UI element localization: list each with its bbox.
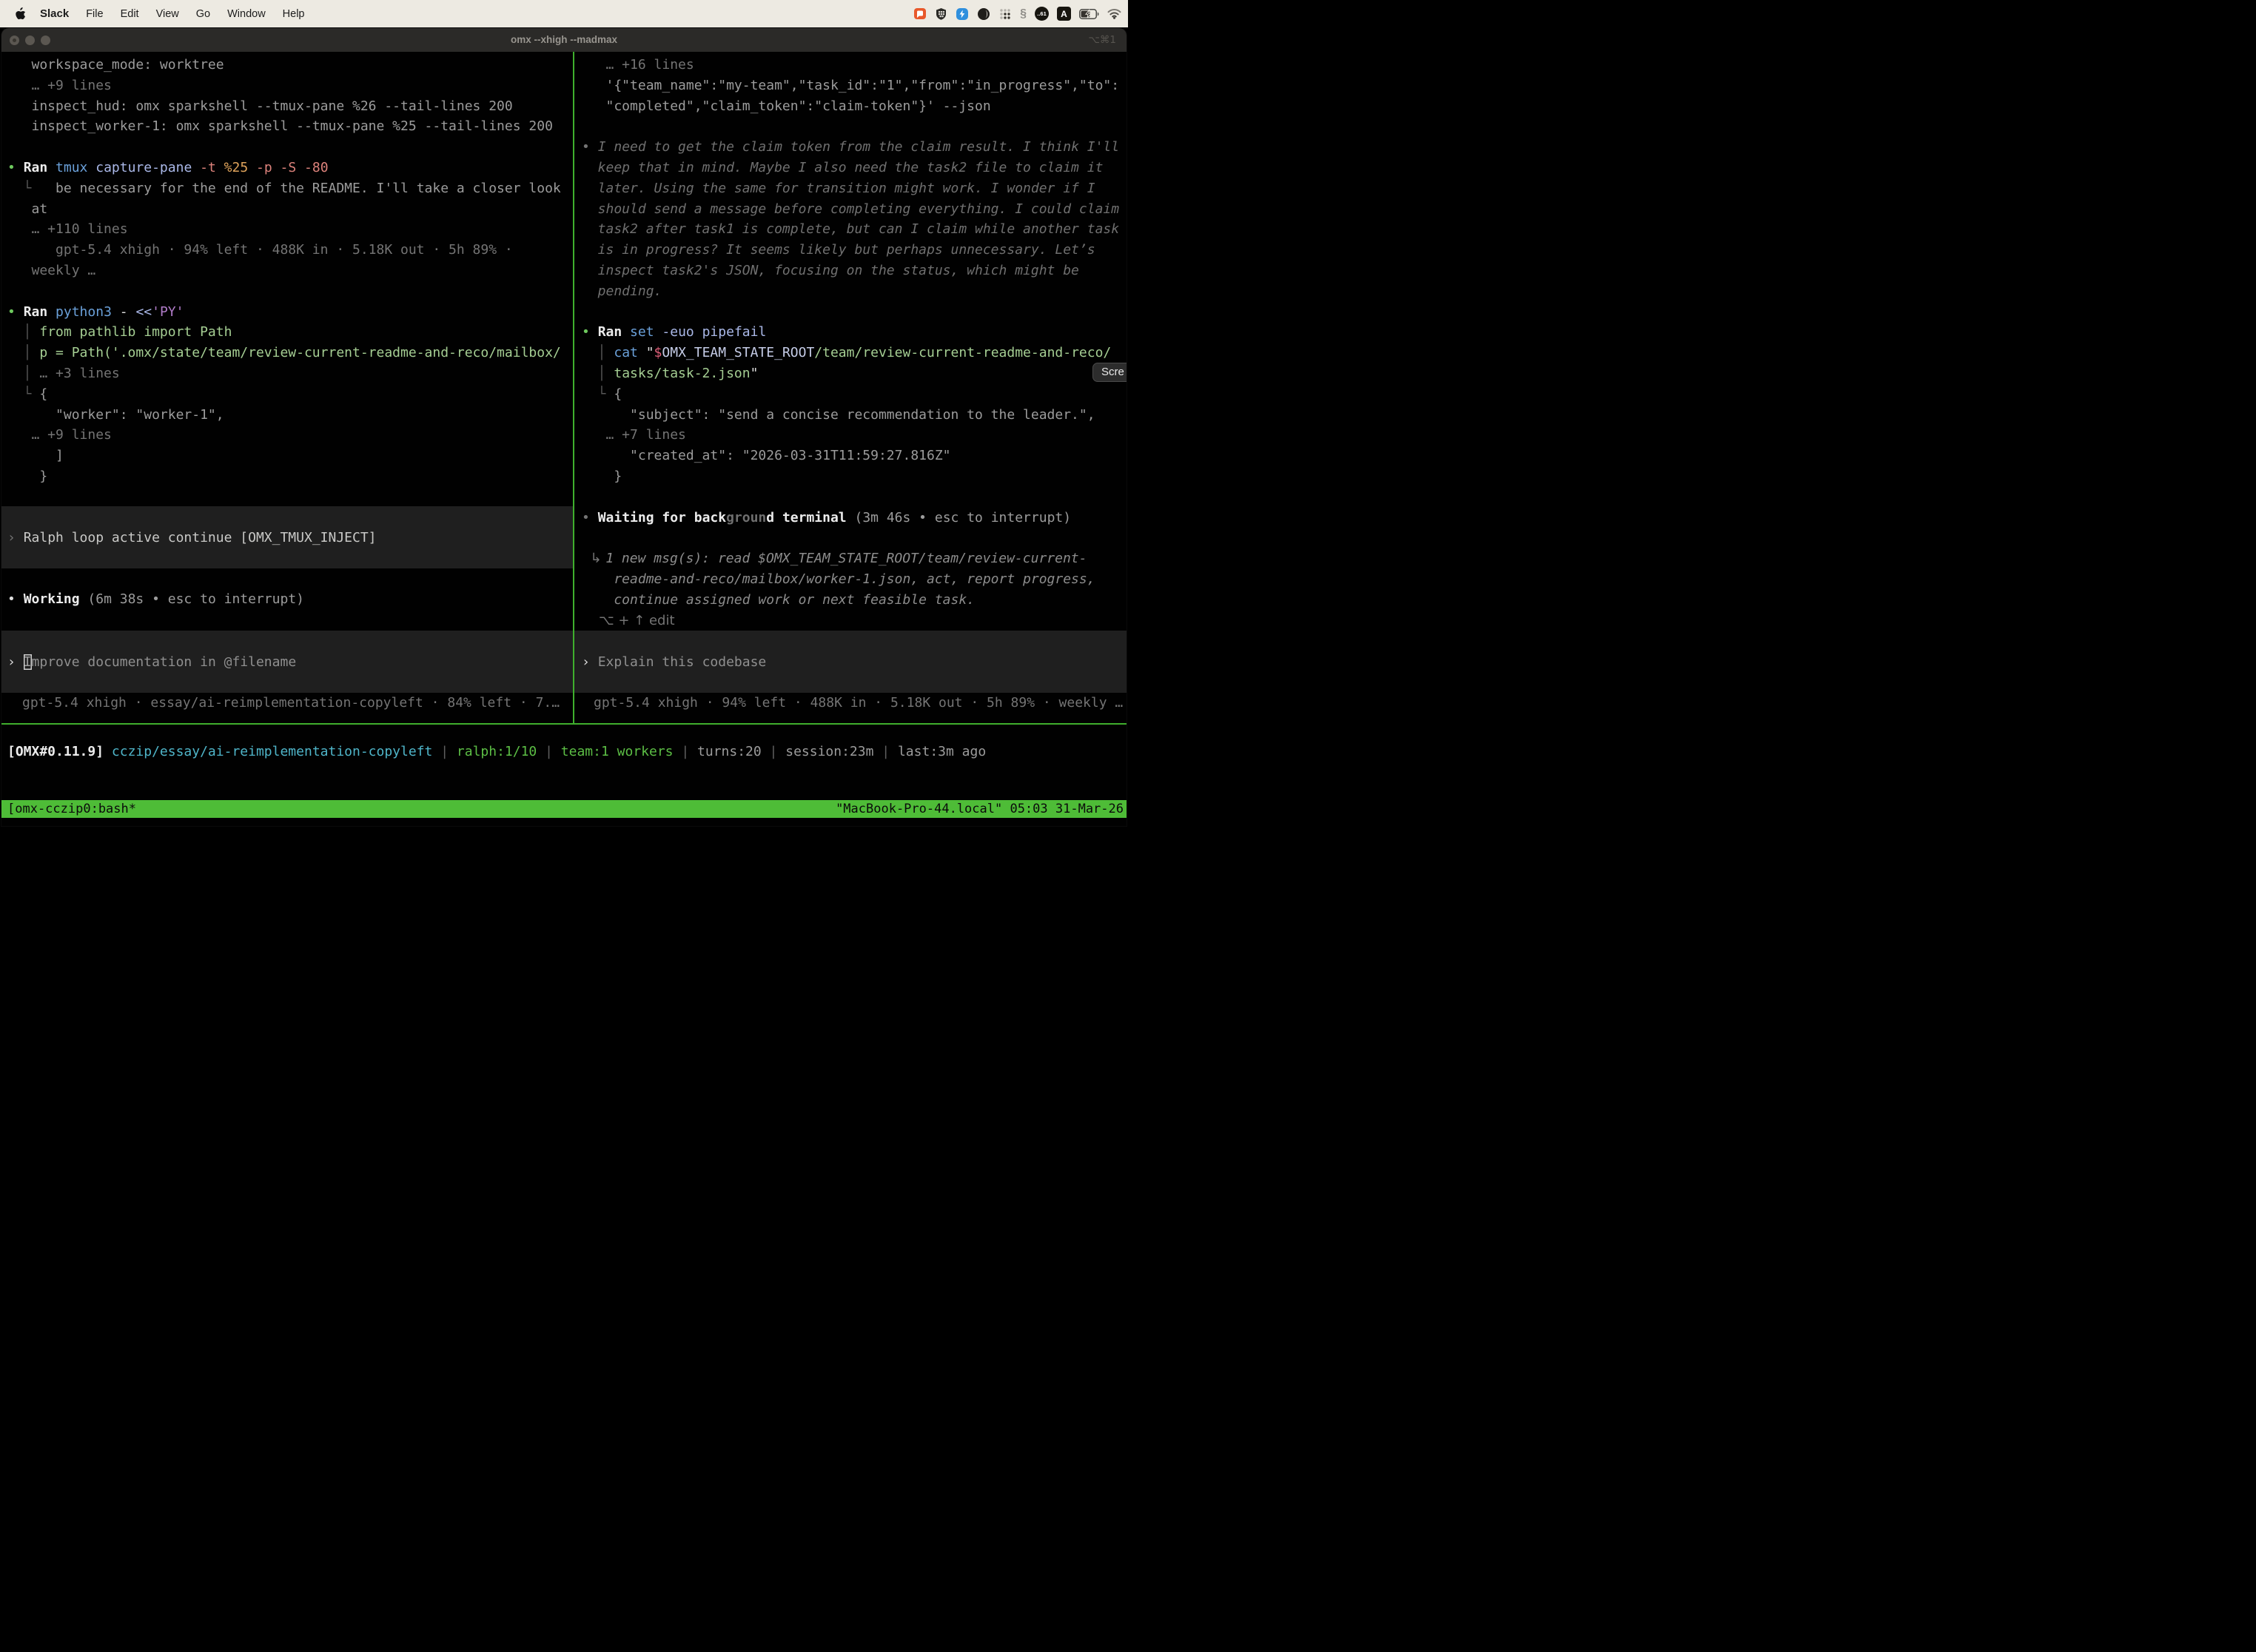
- app-menu-slack[interactable]: Slack: [40, 7, 69, 20]
- menu-bar: Slack File Edit View Go Window Help § ..…: [0, 0, 1128, 27]
- tmux-panes: workspace_mode: worktree … +9 lines insp…: [1, 52, 1127, 725]
- minimize-button[interactable]: [25, 36, 35, 45]
- terminal-line: }: [7, 466, 573, 487]
- chat-app-icon[interactable]: [913, 7, 927, 21]
- ralph-status-panel: › Ralph loop active continue [OMX_TMUX_I…: [1, 506, 573, 568]
- terminal-line: "worker": "worker-1",: [7, 405, 573, 426]
- moon-circle-icon[interactable]: [977, 7, 990, 21]
- terminal-line: … +7 lines: [582, 425, 1127, 446]
- terminal-line: "subject": "send a concise recommendatio…: [582, 405, 1127, 426]
- terminal-line: "created_at": "2026-03-31T11:59:27.816Z": [582, 446, 1127, 466]
- terminal-line: inspect_hud: omx sparkshell --tmux-pane …: [7, 96, 573, 117]
- menu-file[interactable]: File: [86, 8, 103, 20]
- terminal-line: inspect task2's JSON, focusing on the st…: [582, 261, 1127, 281]
- left-prompt-placeholder: › Improve documentation in @filename: [1, 654, 296, 670]
- terminal-line: • Waiting for background terminal (3m 46…: [582, 508, 1127, 528]
- terminal-line: • I need to get the claim token from the…: [582, 137, 1127, 158]
- menu-status-icons: § ..61 A: [913, 7, 1128, 21]
- terminal-line: continue assigned work or next feasible …: [582, 590, 1127, 611]
- omx-status-line: [OMX#0.11.9] cczip/essay/ai-reimplementa…: [7, 742, 986, 762]
- terminal-line: ↳ 1 new msg(s): read $OMX_TEAM_STATE_ROO…: [582, 548, 1127, 569]
- shield-grid-icon[interactable]: [935, 7, 947, 21]
- battery-charging-icon[interactable]: [1079, 9, 1099, 19]
- terminal-line: └ be necessary for the end of the README…: [7, 178, 573, 199]
- terminal-line: └ {: [582, 384, 1127, 405]
- terminal-line: │ tasks/task-2.json": [582, 363, 1127, 384]
- dots-grid-icon[interactable]: [998, 7, 1012, 21]
- window-title-bar[interactable]: omx --xhigh --madmax ⌥⌘1: [1, 28, 1127, 52]
- menu-window[interactable]: Window: [227, 8, 266, 20]
- terminal-line: │ … +3 lines: [7, 363, 573, 384]
- terminal-line: at: [7, 199, 573, 220]
- terminal-line: ⌥ + ↑ edit: [582, 611, 1127, 631]
- terminal-line: [7, 137, 573, 158]
- menu-help[interactable]: Help: [283, 8, 305, 20]
- input-source-icon[interactable]: A: [1057, 7, 1071, 21]
- tmux-session-label: [omx-cczip0:bash*: [7, 800, 136, 818]
- left-pane-output: workspace_mode: worktree … +9 lines insp…: [1, 52, 573, 487]
- tmux-host-clock: "MacBook-Pro-44.local" 05:03 31-Mar-26: [836, 800, 1124, 818]
- badge-61-icon[interactable]: ..61: [1035, 7, 1049, 21]
- right-pane-output: … +16 lines '{"team_name":"my-team","tas…: [574, 52, 1127, 631]
- terminal-line: "completed","claim_token":"claim-token"}…: [582, 96, 1127, 117]
- menu-edit[interactable]: Edit: [121, 8, 139, 20]
- terminal-line: is in progress? It seems likely but perh…: [582, 240, 1127, 261]
- wifi-icon[interactable]: [1107, 8, 1121, 19]
- screen-tooltip: Scre: [1092, 363, 1127, 382]
- terminal-line: │ p = Path('.omx/state/team/review-curre…: [7, 343, 573, 363]
- terminal-line: [582, 487, 1127, 508]
- terminal-line: • Ran set -euo pipefail: [582, 322, 1127, 343]
- right-prompt-input[interactable]: › Explain this codebase: [574, 631, 1127, 693]
- left-prompt-input[interactable]: › Improve documentation in @filename: [1, 631, 573, 693]
- terminal-line: … +9 lines: [7, 75, 573, 96]
- terminal-line: │ from pathlib import Path: [7, 322, 573, 343]
- ralph-status-text: › Ralph loop active continue [OMX_TMUX_I…: [1, 530, 377, 545]
- terminal-line: … +110 lines: [7, 219, 573, 240]
- terminal-line: task2 after task1 is complete, but can I…: [582, 219, 1127, 240]
- terminal-line: [582, 302, 1127, 323]
- terminal-line: should send a message before completing …: [582, 199, 1127, 220]
- terminal-line: weekly …: [7, 261, 573, 281]
- terminal-line: }: [582, 466, 1127, 487]
- terminal-line: [582, 116, 1127, 137]
- apple-menu[interactable]: [16, 7, 26, 20]
- tmux-status-bar: [omx-cczip0:bash* "MacBook-Pro-44.local"…: [1, 800, 1127, 818]
- right-prompt-placeholder: › Explain this codebase: [574, 654, 766, 670]
- window-shortcut-hint: ⌥⌘1: [1088, 28, 1116, 52]
- terminal-line: gpt-5.4 xhigh · 94% left · 488K in · 5.1…: [7, 240, 573, 261]
- terminal-line: [582, 528, 1127, 548]
- terminal-line: [7, 281, 573, 302]
- zoom-button[interactable]: [41, 36, 50, 45]
- terminal-line: workspace_mode: worktree: [7, 55, 573, 75]
- apple-logo-icon: [16, 7, 26, 20]
- terminal-line: '{"team_name":"my-team","task_id":"1","f…: [582, 75, 1127, 96]
- terminal-line: keep that in mind. Maybe I also need the…: [582, 158, 1127, 178]
- terminal-line: later. Using the same for transition mig…: [582, 178, 1127, 199]
- terminal-line: … +16 lines: [582, 55, 1127, 75]
- tmux-pane-left[interactable]: workspace_mode: worktree … +9 lines insp…: [1, 52, 573, 723]
- terminal-line: │ cat "$OMX_TEAM_STATE_ROOT/team/review-…: [582, 343, 1127, 363]
- menu-view[interactable]: View: [156, 8, 179, 20]
- tmux-pane-right[interactable]: … +16 lines '{"team_name":"my-team","tas…: [574, 52, 1127, 723]
- squiggle-icon[interactable]: §: [1020, 7, 1027, 21]
- terminal-line: • Ran tmux capture-pane -t %25 -p -S -80: [7, 158, 573, 178]
- right-agent-status-line: gpt-5.4 xhigh · 94% left · 488K in · 5.1…: [594, 693, 1123, 713]
- blue-bolt-app-icon[interactable]: [956, 7, 969, 21]
- terminal-line: inspect_worker-1: omx sparkshell --tmux-…: [7, 116, 573, 137]
- working-status: • Working (6m 38s • esc to interrupt): [7, 589, 304, 610]
- terminal-line: ]: [7, 446, 573, 466]
- terminal-line: pending.: [582, 281, 1127, 302]
- terminal-line: • Ran python3 - <<'PY': [7, 302, 573, 323]
- window-title: omx --xhigh --madmax: [511, 28, 617, 52]
- terminal-line: readme-and-reco/mailbox/worker-1.json, a…: [582, 569, 1127, 590]
- terminal-window: omx --xhigh --madmax ⌥⌘1 workspace_mode:…: [1, 28, 1127, 826]
- left-agent-status-line: gpt-5.4 xhigh · essay/ai-reimplementatio…: [22, 693, 560, 713]
- terminal-line: … +9 lines: [7, 425, 573, 446]
- menu-go[interactable]: Go: [196, 8, 210, 20]
- terminal-line: └ {: [7, 384, 573, 405]
- close-button[interactable]: [10, 36, 19, 45]
